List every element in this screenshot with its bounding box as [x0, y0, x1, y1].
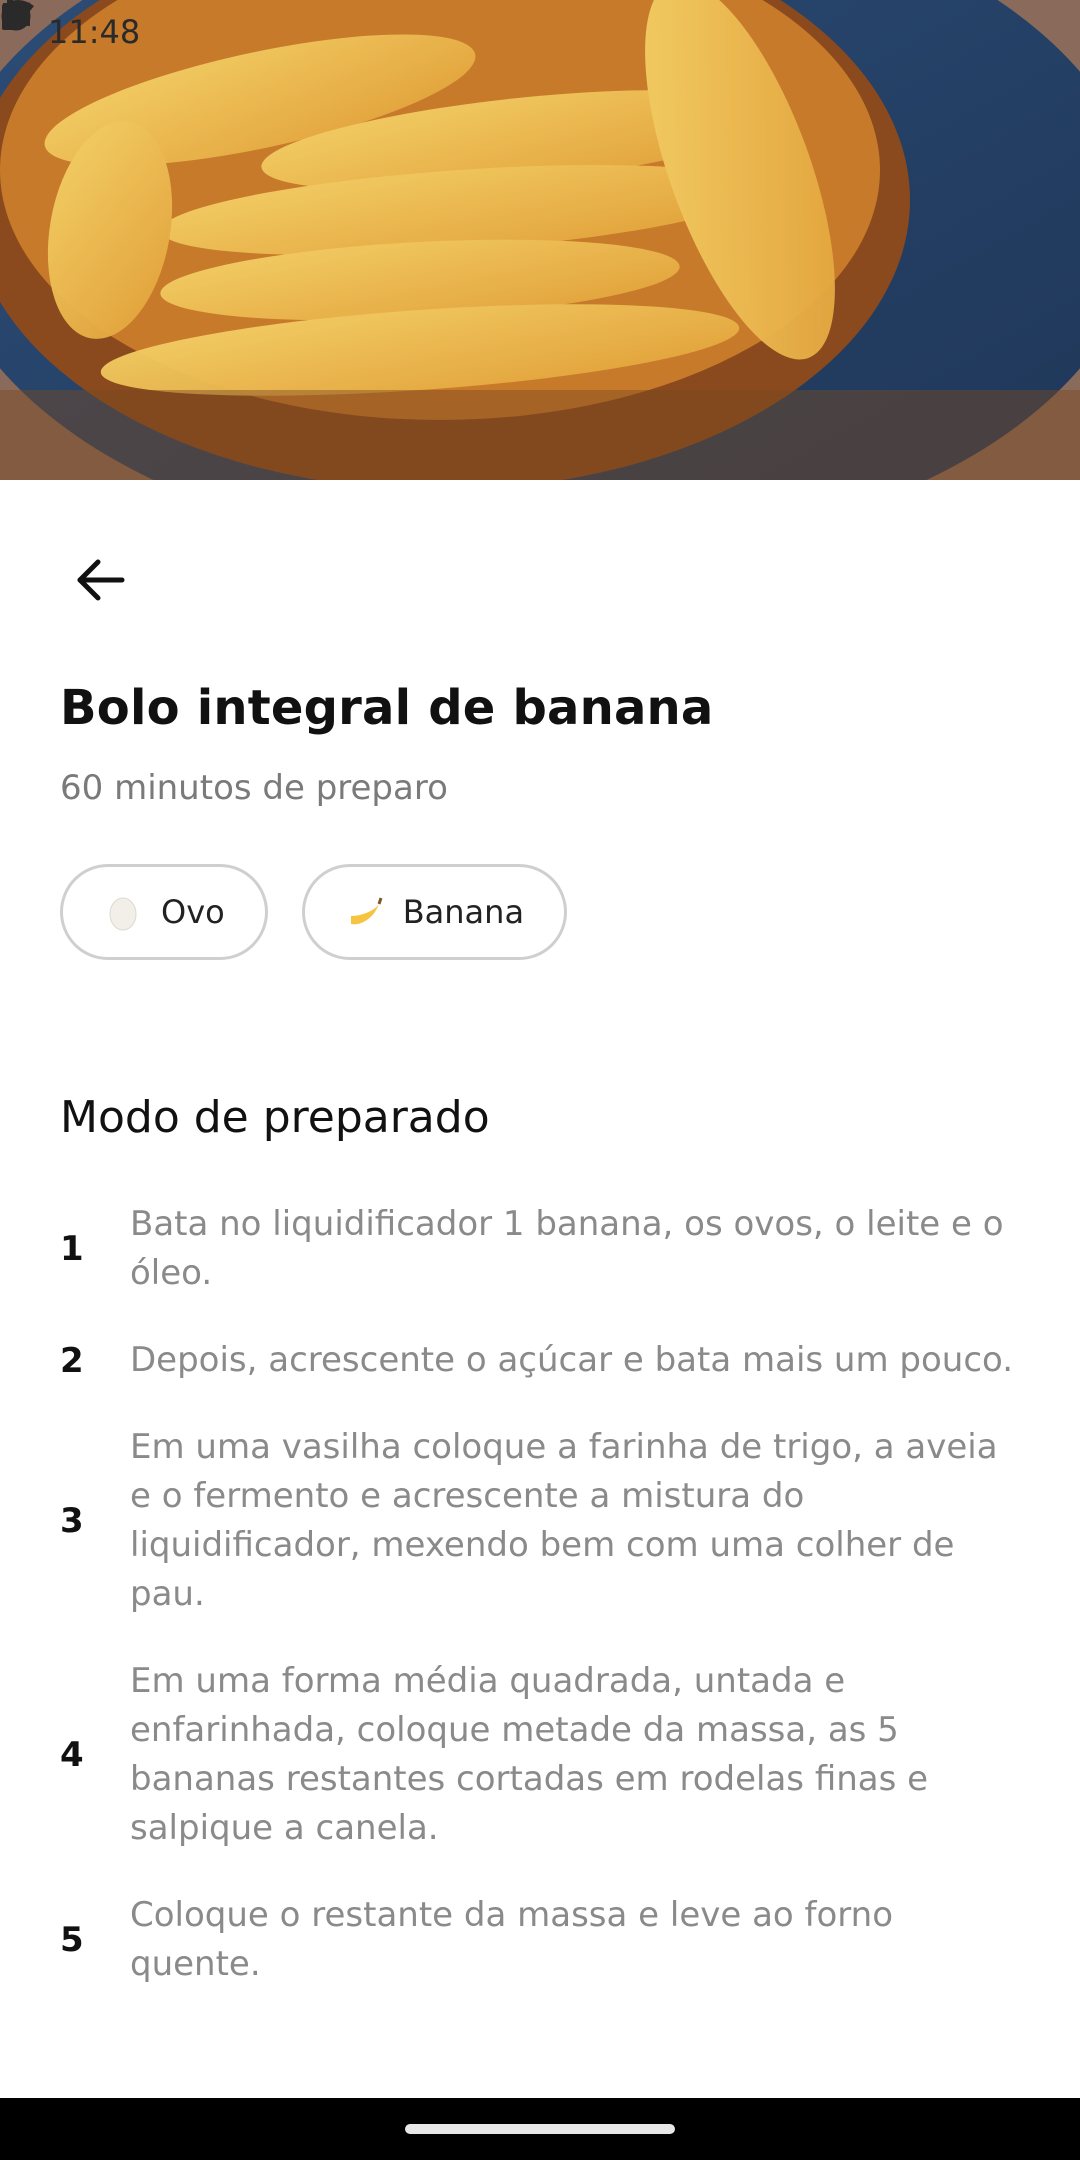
method-title: Modo de preparado: [60, 1092, 490, 1143]
ingredient-chip-label: Ovo: [161, 893, 225, 931]
step-number: 5: [60, 1920, 84, 1960]
status-left: 11:48: [1, 1, 176, 51]
step-text: Bata no liquidificador 1 banana, os ovos…: [130, 1204, 1004, 1293]
step-number: 3: [60, 1501, 84, 1541]
egg-icon: [103, 892, 143, 932]
recipe-title: Bolo integral de banana: [60, 680, 714, 736]
step-row: 3 Em uma vasilha coloque a farinha de tr…: [60, 1423, 1020, 1619]
step-row: 4 Em uma forma média quadrada, untada e …: [60, 1657, 1020, 1853]
step-row: 1 Bata no liquidificador 1 banana, os ov…: [60, 1200, 1020, 1298]
ingredient-chip-ovo[interactable]: Ovo: [60, 864, 268, 960]
step-text: Depois, acrescente o açúcar e bata mais …: [130, 1340, 1014, 1380]
ingredient-chip-banana[interactable]: Banana: [301, 864, 568, 960]
status-bar: 11:48: [0, 0, 1080, 64]
step-text: Em uma vasilha coloque a farinha de trig…: [130, 1427, 998, 1614]
arrow-left-icon: [77, 559, 125, 601]
step-text: Em uma forma média quadrada, untada e en…: [130, 1661, 929, 1848]
system-nav-bar: [0, 2098, 1080, 2160]
method-steps: 1 Bata no liquidificador 1 banana, os ov…: [60, 1200, 1020, 2027]
step-number: 4: [60, 1735, 84, 1775]
status-time: 11:48: [48, 13, 141, 51]
banana-icon: [345, 892, 385, 932]
step-text: Coloque o restante da massa e leve ao fo…: [130, 1895, 894, 1984]
ingredient-chip-label: Banana: [402, 893, 525, 931]
ingredient-chips: Ovo Banana: [60, 864, 568, 960]
recipe-subtitle: 60 minutos de preparo: [60, 768, 448, 808]
back-button[interactable]: [60, 540, 140, 620]
step-number: 1: [60, 1229, 84, 1269]
banana-cake-photo: [0, 0, 1080, 480]
step-row: 5 Coloque o restante da massa e leve ao …: [60, 1891, 1020, 1989]
home-gesture-handle[interactable]: [405, 2124, 675, 2134]
recipe-hero-image: 11:48: [0, 0, 1080, 480]
step-number: 2: [60, 1340, 84, 1381]
step-row: 2 Depois, acrescente o açúcar e bata mai…: [60, 1336, 1020, 1385]
